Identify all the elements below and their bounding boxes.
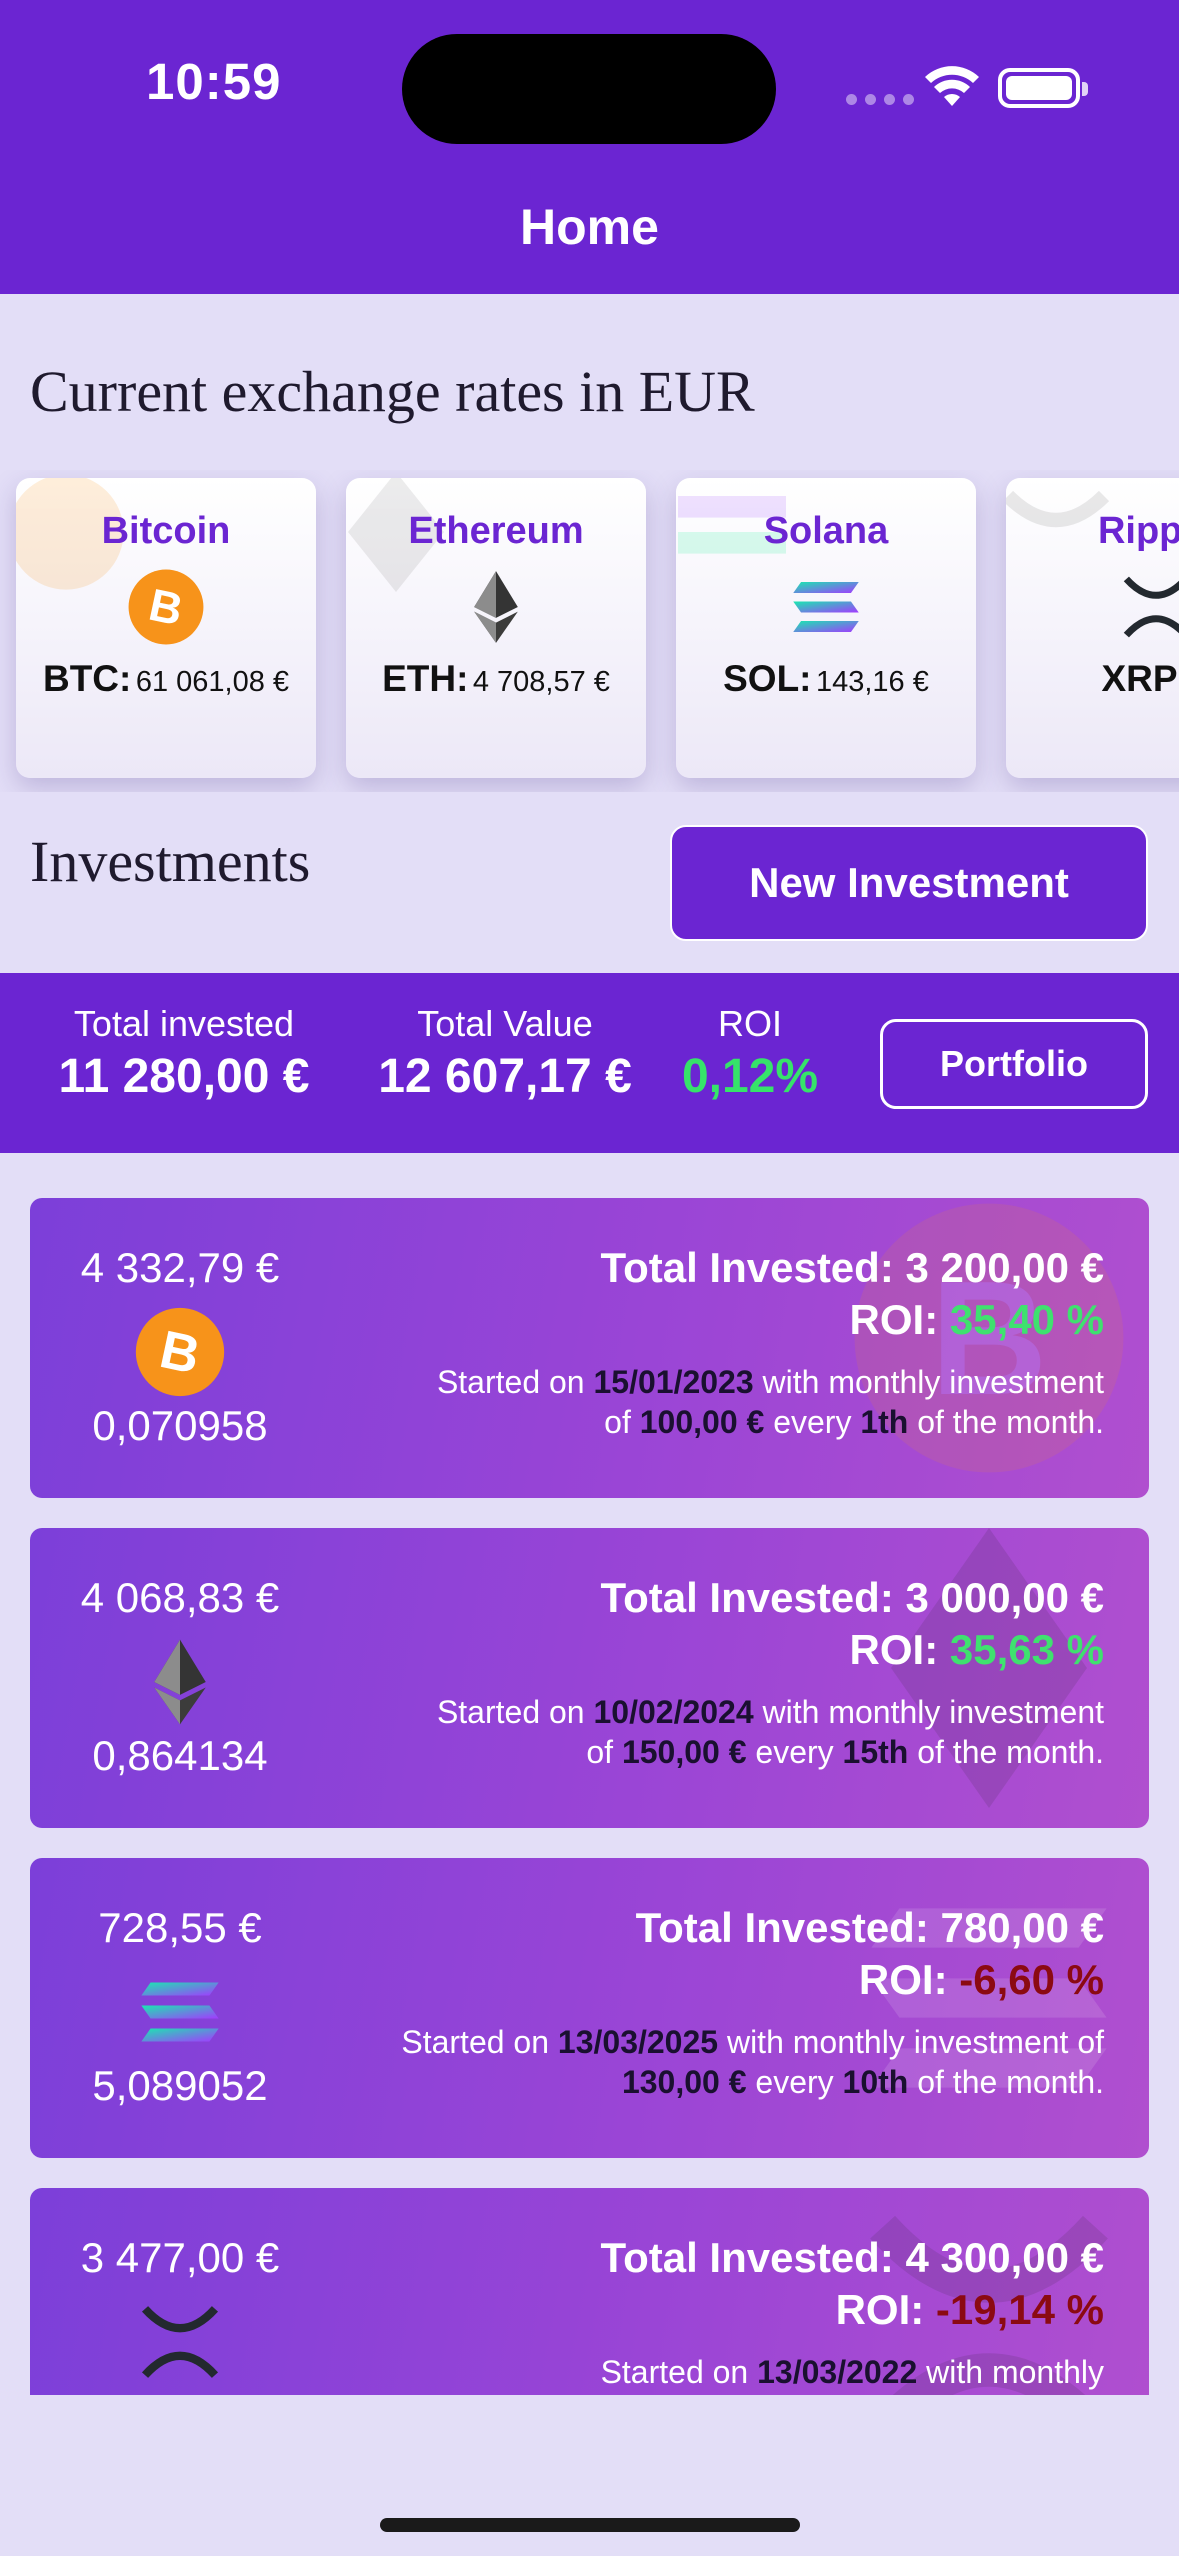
total-invested-label: Total invested — [73, 1003, 295, 1044]
rate-card-ethereum[interactable]: Ethereum ETH: 4 708,57 € — [346, 478, 646, 778]
investment-card-bitcoin[interactable]: B 4 332,79 € B 0,070958 Total Invested: … — [30, 1198, 1149, 1498]
investment-plan-description: Started on 13/03/2022 with monthly — [600, 2354, 1104, 2390]
investment-card-ripple[interactable]: 3 477,00 € Total Invested: 4 300,00 € RO… — [30, 2188, 1149, 2395]
investment-roi: ROI: -19,14 % — [835, 2286, 1104, 2333]
investment-details: Total Invested: 4 300,00 € ROI: -19,14 %… — [284, 2234, 1104, 2392]
rate-card-price: ETH: 4 708,57 € — [382, 658, 610, 699]
investments-title: Investments — [30, 829, 311, 894]
rates-section-title: Current exchange rates in EUR — [30, 359, 755, 424]
rate-card-name: Ethereum — [408, 510, 584, 552]
wifi-icon — [925, 66, 979, 106]
rate-card-ripple[interactable]: Ripple XRP: 0 — [1006, 478, 1179, 778]
rate-card-bitcoin[interactable]: Bitcoin B BTC: 61 061,08 € — [16, 478, 316, 778]
total-value-summary: Total Value 12 607,17 € — [370, 1003, 640, 1104]
bitcoin-icon: B — [128, 569, 204, 645]
ripple-icon — [141, 2306, 219, 2378]
investment-roi: ROI: -6,60 % — [858, 1956, 1104, 2003]
investment-plan-description: Started on 10/02/2024 with monthly inves… — [436, 1694, 1104, 1770]
investment-plan-description: Started on 13/03/2025 with monthly inves… — [401, 2024, 1104, 2100]
ethereum-icon — [154, 1639, 206, 1725]
investment-roi: ROI: 35,40 % — [849, 1296, 1104, 1343]
total-value-value: 12 607,17 € — [378, 1050, 632, 1103]
investment-total-invested: Total Invested: 4 300,00 € — [600, 2234, 1104, 2281]
portfolio-summary: Total invested 11 280,00 € Total Value 1… — [0, 973, 1179, 1153]
top-bar: 10:59 Home — [0, 0, 1179, 294]
investment-card-ethereum[interactable]: 4 068,83 € 0,864134 Total Invested: 3 00… — [30, 1528, 1149, 1828]
roi-summary: ROI 0,12% — [670, 1003, 830, 1104]
total-invested-value: 11 280,00 € — [58, 1050, 310, 1103]
investment-total-invested: Total Invested: 780,00 € — [635, 1904, 1104, 1951]
investment-details: Total Invested: 3 200,00 € ROI: 35,40 % … — [284, 1244, 1104, 1442]
total-invested-summary: Total invested 11 280,00 € — [44, 1003, 324, 1104]
rate-card-price: BTC: 61 061,08 € — [42, 658, 290, 699]
ripple-icon — [1123, 576, 1179, 638]
portfolio-button[interactable]: Portfolio — [880, 1019, 1148, 1109]
investment-list[interactable]: B 4 332,79 € B 0,070958 Total Invested: … — [0, 1180, 1179, 2395]
new-investment-button[interactable]: New Investment — [670, 825, 1148, 941]
investment-details: Total Invested: 780,00 € ROI: -6,60 % St… — [284, 1904, 1104, 2102]
cellular-signal-icon — [846, 94, 914, 105]
investment-total-invested: Total Invested: 3 000,00 € — [600, 1574, 1104, 1621]
rate-card-name: Solana — [763, 510, 889, 552]
solana-icon — [793, 582, 859, 632]
bitcoin-icon: B — [135, 1307, 225, 1397]
rates-carousel[interactable]: Bitcoin B BTC: 61 061,08 € Ethereum ETH:… — [0, 470, 1179, 792]
home-indicator[interactable] — [380, 2518, 800, 2532]
total-value-label: Total Value — [417, 1003, 593, 1044]
battery-icon — [998, 68, 1088, 108]
rate-card-price: SOL: 143,16 € — [723, 658, 929, 699]
investment-roi: ROI: 35,63 % — [849, 1626, 1104, 1673]
rate-card-solana[interactable]: Solana SOL: 143,16 € — [676, 478, 976, 778]
investment-card-solana[interactable]: 728,55 € 5,089052 Total Invested: 780,00… — [30, 1858, 1149, 2158]
investment-details: Total Invested: 3 000,00 € ROI: 35,63 % … — [284, 1574, 1104, 1772]
roi-label: ROI — [717, 1003, 782, 1044]
status-time: 10:59 — [146, 53, 282, 110]
roi-value: 0,12% — [681, 1050, 819, 1103]
page-title: Home — [520, 199, 659, 255]
rate-card-price: XRP: 0 — [1101, 658, 1179, 699]
solana-icon — [141, 1982, 219, 2042]
ethereum-icon — [474, 571, 518, 643]
investment-plan-description: Started on 15/01/2023 with monthly inves… — [436, 1364, 1104, 1440]
rate-card-name: Bitcoin — [101, 510, 231, 552]
rate-card-name: Ripple — [1097, 510, 1179, 552]
dynamic-island — [402, 34, 776, 144]
investment-total-invested: Total Invested: 3 200,00 € — [600, 1244, 1104, 1291]
